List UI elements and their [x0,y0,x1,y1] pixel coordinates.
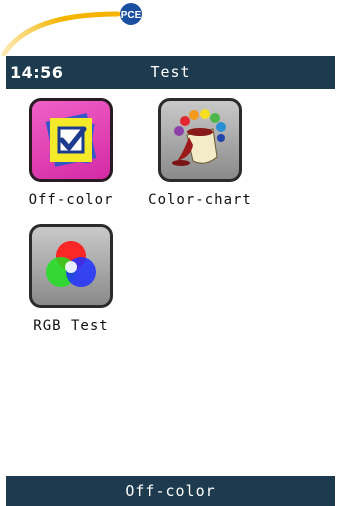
status-bar: 14:56 Test [6,56,335,89]
selected-app-label: Off-color [125,482,216,500]
app-label: RGB Test [33,318,109,334]
app-color-chart[interactable]: Color-chart [135,98,265,208]
brand-header: PCE [0,0,338,57]
app-off-color[interactable]: Off-color [6,98,136,208]
off-color-checkbox-icon [45,113,97,167]
off-color-tile[interactable] [29,98,113,182]
app-label: Off-color [28,192,114,208]
app-label: Color-chart [148,192,252,208]
pce-logo: PCE [1,3,142,57]
screen-title: Test [150,63,191,81]
logo-text: PCE [121,10,142,21]
selected-app-bar: Off-color [6,476,335,506]
paint-bucket-icon [172,109,226,166]
app-grid: Off-color Color-chart RGB Test [6,89,335,476]
app-rgb-test[interactable]: RGB Test [6,224,136,334]
rgb-test-tile[interactable] [29,224,113,308]
color-chart-tile[interactable] [158,98,242,182]
rgb-circles-icon [46,241,96,287]
